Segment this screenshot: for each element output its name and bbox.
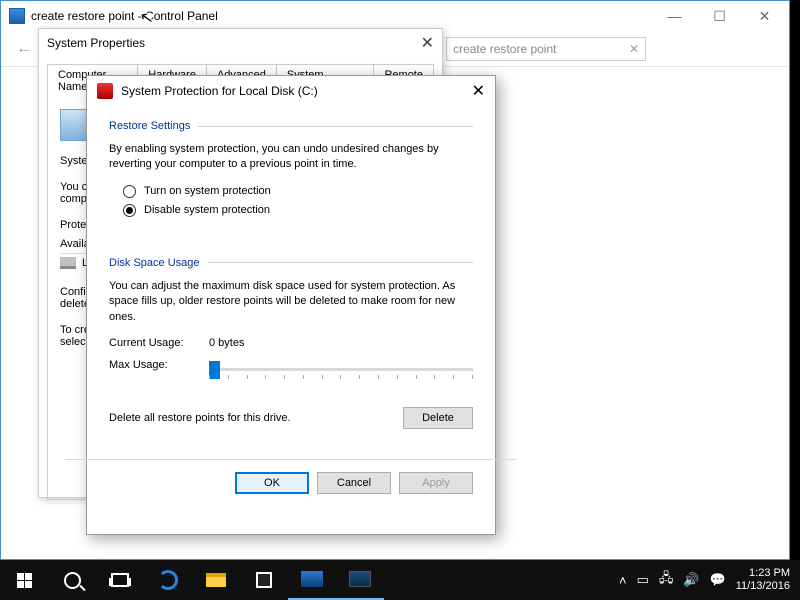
cp-title: create restore point - Control Panel (31, 9, 218, 23)
close-button[interactable]: ✕ (421, 33, 434, 53)
taskbar: ˄ ▭ 🖧 🔊 💬 1:23 PM 11/13/2016 (0, 560, 800, 600)
cancel-button[interactable]: Cancel (317, 472, 391, 494)
max-usage-label: Max Usage: (109, 359, 209, 371)
dlg-title: System Protection for Local Disk (C:) (121, 84, 318, 98)
ok-button[interactable]: OK (235, 472, 309, 494)
radio-icon (123, 204, 136, 217)
close-button[interactable]: ✕ (472, 81, 485, 101)
cp-titlebar[interactable]: create restore point - Control Panel — ☐… (1, 1, 789, 31)
notifications-icon[interactable]: 💬 (710, 572, 726, 588)
disk-desc: You can adjust the maximum disk space us… (109, 279, 473, 325)
search-input[interactable]: create restore point ✕ (446, 37, 646, 61)
sp-title: System Properties (47, 36, 145, 50)
back-button[interactable]: ← (11, 36, 37, 62)
clear-search-icon[interactable]: ✕ (629, 42, 639, 56)
cortana-search-button[interactable] (48, 560, 96, 600)
drive-icon (60, 257, 76, 269)
radio-disable[interactable]: Disable system protection (123, 204, 473, 217)
minimize-button[interactable]: — (652, 2, 697, 30)
current-usage-value: 0 bytes (209, 337, 244, 349)
clock-date: 11/13/2016 (736, 580, 790, 593)
radio-label: Disable system protection (144, 204, 270, 216)
radio-icon (123, 185, 136, 198)
delete-button[interactable]: Delete (403, 407, 473, 429)
divider (208, 262, 474, 263)
system-tray: ˄ ▭ 🖧 🔊 💬 1:23 PM 11/13/2016 (619, 567, 800, 593)
dlg-titlebar[interactable]: System Protection for Local Disk (C:) ✕ (87, 76, 495, 106)
battery-icon[interactable]: ▭ (637, 572, 649, 588)
disk-usage-heading: Disk Space Usage (109, 257, 200, 269)
search-text: create restore point (453, 42, 556, 56)
radio-label: Turn on system protection (144, 185, 271, 197)
max-usage-slider[interactable] (209, 359, 473, 383)
edge-button[interactable] (144, 560, 192, 600)
radio-turn-on[interactable]: Turn on system protection (123, 185, 473, 198)
control-panel-taskbar-button[interactable] (288, 560, 336, 600)
clock[interactable]: 1:23 PM 11/13/2016 (736, 567, 790, 593)
sp-titlebar[interactable]: System Properties ✕ (39, 29, 442, 57)
maximize-button[interactable]: ☐ (697, 2, 742, 30)
close-button[interactable]: ✕ (742, 2, 787, 30)
divider (198, 126, 473, 127)
store-button[interactable] (240, 560, 288, 600)
current-usage-label: Current Usage: (109, 337, 209, 349)
volume-icon[interactable]: 🔊 (683, 572, 699, 588)
system-protection-dialog: System Protection for Local Disk (C:) ✕ … (86, 75, 496, 535)
tray-chevron-icon[interactable]: ˄ (619, 573, 627, 588)
restore-settings-heading: Restore Settings (109, 120, 190, 132)
task-view-button[interactable] (96, 560, 144, 600)
file-explorer-button[interactable] (192, 560, 240, 600)
system-taskbar-button[interactable] (336, 560, 384, 600)
control-panel-icon (9, 8, 25, 24)
restore-desc: By enabling system protection, you can u… (109, 142, 473, 173)
delete-desc: Delete all restore points for this drive… (109, 412, 403, 424)
start-button[interactable] (0, 560, 48, 600)
clock-time: 1:23 PM (736, 567, 790, 580)
apply-button: Apply (399, 472, 473, 494)
network-icon[interactable]: 🖧 (659, 569, 674, 591)
shield-icon (97, 83, 113, 99)
